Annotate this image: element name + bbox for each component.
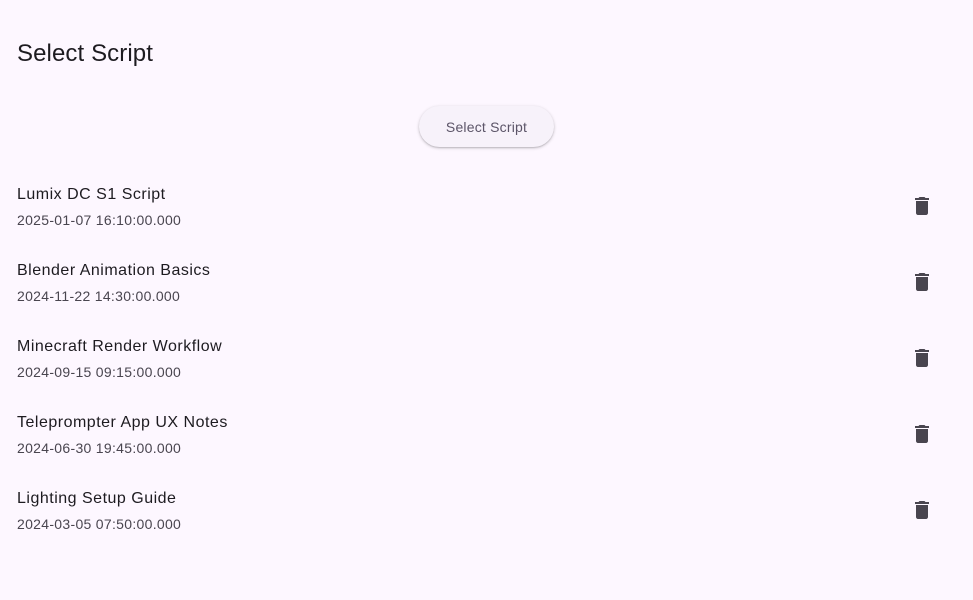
list-item[interactable]: Teleprompter App UX Notes 2024-06-30 19:… bbox=[0, 396, 973, 472]
script-timestamp: 2024-06-30 19:45:00.000 bbox=[17, 440, 182, 456]
script-timestamp: 2025-01-07 16:10:00.000 bbox=[17, 212, 182, 228]
script-title: Teleprompter App UX Notes bbox=[17, 414, 228, 431]
delete-button[interactable] bbox=[902, 262, 942, 302]
script-title: Minecraft Render Workflow bbox=[17, 338, 223, 355]
delete-icon bbox=[915, 197, 929, 215]
script-title: Blender Animation Basics bbox=[17, 262, 211, 279]
script-title: Lighting Setup Guide bbox=[17, 490, 177, 507]
page-title: Select Script bbox=[17, 40, 154, 67]
select-script-button[interactable]: Select Script bbox=[419, 106, 554, 147]
script-list: Lumix DC S1 Script 2025-01-07 16:10:00.0… bbox=[0, 168, 973, 548]
app-root: Select Script Select Script Lumix DC S1 … bbox=[0, 0, 973, 600]
delete-button[interactable] bbox=[902, 490, 942, 530]
delete-icon bbox=[915, 425, 929, 443]
list-item[interactable]: Minecraft Render Workflow 2024-09-15 09:… bbox=[0, 320, 973, 396]
delete-button[interactable] bbox=[902, 186, 942, 226]
delete-icon bbox=[915, 273, 929, 291]
script-timestamp: 2024-11-22 14:30:00.000 bbox=[17, 288, 181, 304]
list-item[interactable]: Blender Animation Basics 2024-11-22 14:3… bbox=[0, 244, 973, 320]
delete-button[interactable] bbox=[902, 338, 942, 378]
delete-icon bbox=[915, 501, 929, 519]
delete-button[interactable] bbox=[902, 414, 942, 454]
script-title: Lumix DC S1 Script bbox=[17, 186, 166, 203]
script-timestamp: 2024-09-15 09:15:00.000 bbox=[17, 364, 182, 380]
list-item[interactable]: Lighting Setup Guide 2024-03-05 07:50:00… bbox=[0, 472, 973, 548]
delete-icon bbox=[915, 349, 929, 367]
list-item[interactable]: Lumix DC S1 Script 2025-01-07 16:10:00.0… bbox=[0, 168, 973, 244]
script-timestamp: 2024-03-05 07:50:00.000 bbox=[17, 516, 182, 532]
